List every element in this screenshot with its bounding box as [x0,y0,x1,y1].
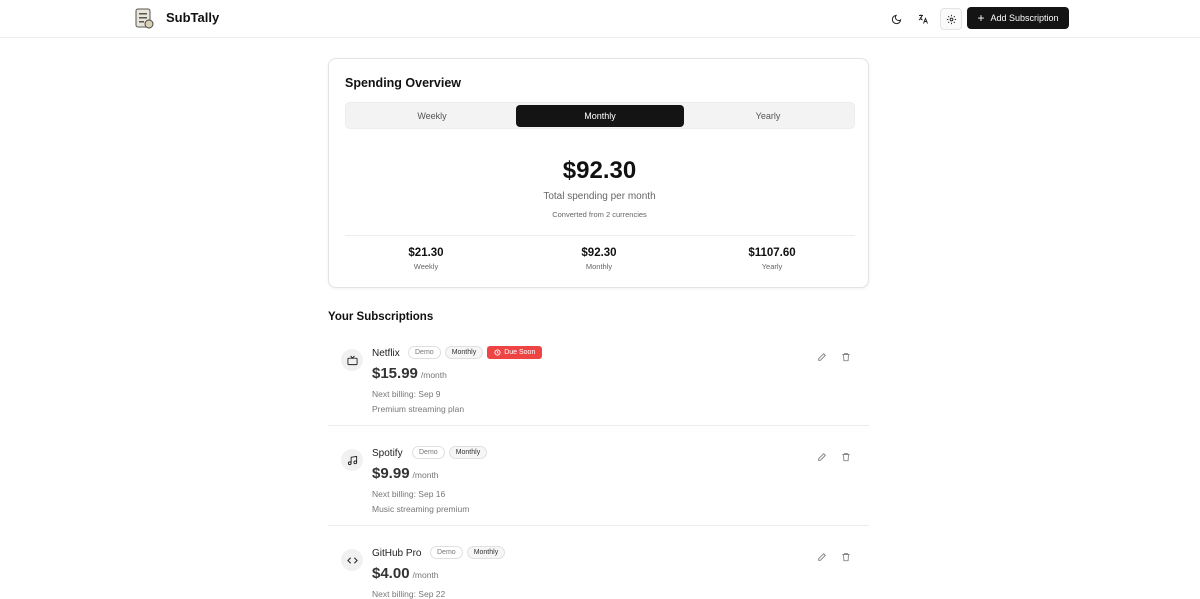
period-tabs: Weekly Monthly Yearly [345,102,855,129]
next-billing: Next billing: Sep 22 [372,589,446,599]
price: $15.99 /month [372,365,447,382]
price-amount: $9.99 [372,465,410,482]
frequency-badge: Monthly [448,446,488,459]
trash-icon[interactable] [840,451,852,463]
tab-weekly[interactable]: Weekly [348,105,516,127]
overview-title: Spending Overview [345,76,462,90]
trash-icon[interactable] [840,351,852,363]
music-icon [341,449,363,471]
add-subscription-label: Add Subscription [990,13,1059,23]
trash-icon[interactable] [840,551,852,563]
plus-icon: + [977,11,985,25]
edit-icon[interactable] [816,451,828,463]
stat-label: Weekly [413,262,439,271]
tab-yearly[interactable]: Yearly [684,105,852,127]
edit-icon[interactable] [816,551,828,563]
subscription-card-github-pro[interactable]: GitHub Pro Demo Monthly $4.00 /month Nex… [328,538,869,599]
moon-icon[interactable] [885,8,907,30]
next-billing: Next billing: Sep 9 [372,389,441,399]
app-logo [133,6,155,30]
demo-badge: Demo [412,446,445,459]
subscription-name: Spotify [372,448,403,459]
price-amount: $15.99 [372,365,418,382]
frequency-badge: Monthly [444,346,484,359]
tab-monthly[interactable]: Monthly [516,105,684,127]
badge-group: Demo Monthly [412,446,488,459]
divider [345,235,855,236]
subscription-description: Music streaming premium [372,504,470,514]
badge-group: Demo Monthly [430,546,506,559]
next-billing: Next billing: Sep 16 [372,489,446,499]
spending-overview-card: Spending Overview Weekly Monthly Yearly … [328,58,869,288]
clock-icon [494,349,501,356]
due-soon-label: Due Soon [504,349,536,356]
top-bar: SubTally + Add Subscription [0,0,1200,38]
stat-weekly: $21.30 Weekly [366,247,486,271]
stat-yearly: $1107.60 Yearly [712,247,832,271]
code-icon [341,549,363,571]
price-amount: $4.00 [372,565,410,582]
subscription-name: Netflix [372,348,400,359]
edit-icon[interactable] [816,351,828,363]
stat-label: Monthly [585,262,613,271]
subscription-card-spotify[interactable]: Spotify Demo Monthly $9.99 /month Next b… [328,438,869,526]
total-amount: $92.30 [562,157,637,184]
demo-badge: Demo [408,346,441,359]
price-period: /month [412,470,439,480]
stat-monthly: $92.30 Monthly [539,247,659,271]
price: $9.99 /month [372,465,439,482]
subscription-description: Premium streaming plan [372,404,465,414]
add-subscription-button[interactable]: + Add Subscription [967,7,1069,29]
tv-icon [341,349,363,371]
conversion-note: Converted from 2 currencies [552,210,647,219]
subscriptions-title: Your Subscriptions [328,311,434,323]
price-period: /month [412,570,439,580]
subscription-card-netflix[interactable]: Netflix Demo Monthly Due Soon $15.99 /mo… [328,338,869,426]
subscription-name: GitHub Pro [372,548,422,559]
stat-label: Yearly [761,262,783,271]
stat-value: $92.30 [581,247,617,259]
stat-value: $1107.60 [748,247,796,259]
demo-badge: Demo [430,546,463,559]
gear-icon[interactable] [940,8,962,30]
price: $4.00 /month [372,565,439,582]
app-title: SubTally [166,10,220,25]
stat-value: $21.30 [408,247,444,259]
badge-group: Demo Monthly Due Soon [408,346,543,359]
translate-icon[interactable] [912,8,934,30]
price-period: /month [420,370,447,380]
total-subtitle: Total spending per month [543,191,656,202]
due-soon-badge: Due Soon [487,346,543,359]
frequency-badge: Monthly [466,546,506,559]
